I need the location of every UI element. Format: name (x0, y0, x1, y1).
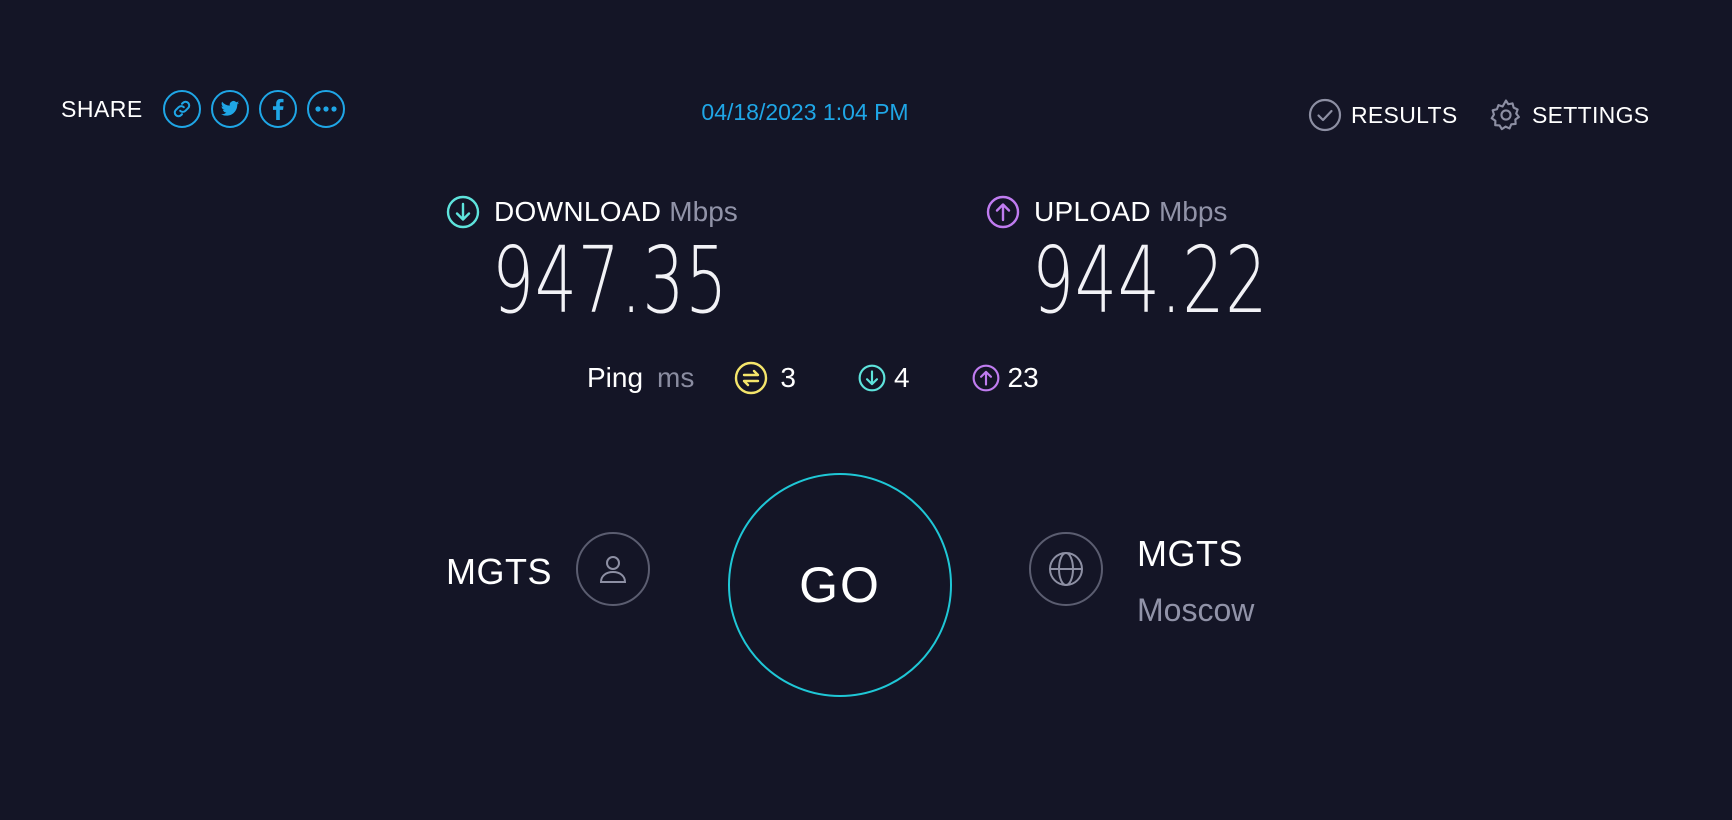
upload-latency-icon (972, 364, 999, 392)
upload-speed-value: 944.22 (1032, 227, 1269, 334)
user-icon (599, 556, 627, 583)
speedtest-result-page: SHARE 04/18/2023 1:04 PM RESULTS SETTING… (0, 0, 1732, 820)
server-name: MGTS (1137, 533, 1243, 574)
isp-name: MGTS (446, 551, 552, 592)
results-link[interactable]: RESULTS (1308, 98, 1457, 132)
share-label: SHARE (61, 95, 143, 122)
upload-metric: UPLOAD Mbps 944.22 (986, 195, 1360, 327)
twitter-icon (220, 101, 239, 116)
ping-label: Ping (587, 362, 644, 393)
settings-link[interactable]: SETTINGS (1489, 98, 1649, 132)
globe-icon (1049, 552, 1083, 586)
checkmark-circle-icon (1308, 98, 1342, 132)
download-arrow-icon (446, 195, 480, 229)
upload-title: UPLOAD (1034, 196, 1151, 227)
upload-arrow-icon (986, 195, 1020, 229)
link-icon (173, 100, 190, 118)
more-icon (315, 106, 337, 112)
ping-upload-value: 23 (1007, 362, 1039, 393)
server-location: Moscow (1137, 592, 1255, 628)
download-metric: DOWNLOAD Mbps 947.35 (446, 195, 820, 327)
change-provider-button[interactable] (576, 532, 650, 606)
ping-idle-value: 3 (780, 362, 796, 393)
settings-label: SETTINGS (1532, 101, 1650, 128)
gear-icon (1490, 99, 1520, 131)
download-unit: Mbps (669, 196, 738, 227)
change-server-button[interactable] (1029, 532, 1103, 606)
test-datetime: 04/18/2023 1:04 PM (701, 99, 909, 125)
facebook-icon (272, 98, 284, 120)
download-speed-value: 947.35 (492, 227, 729, 334)
share-link-button[interactable] (162, 90, 201, 128)
download-header: DOWNLOAD Mbps (446, 195, 820, 229)
share-more-button[interactable] (306, 90, 345, 128)
upload-header: UPLOAD Mbps (986, 195, 1360, 229)
share-facebook-button[interactable] (258, 90, 297, 128)
ping-idle: 3 (734, 361, 796, 395)
share-twitter-button[interactable] (210, 90, 249, 128)
ping-row: Ping ms 3 4 23 (587, 358, 1039, 398)
ping-download-value: 4 (893, 362, 910, 393)
upload-unit: Mbps (1158, 196, 1228, 227)
ping-unit: ms (657, 362, 695, 393)
go-button[interactable]: GO (728, 473, 952, 697)
download-title: DOWNLOAD (494, 196, 662, 227)
idle-latency-icon (735, 361, 768, 395)
results-label: RESULTS (1351, 101, 1458, 128)
ping-download: 4 (858, 362, 910, 394)
share-bar: SHARE (61, 86, 345, 132)
download-latency-icon (858, 364, 886, 392)
ping-upload: 23 (972, 362, 1039, 394)
